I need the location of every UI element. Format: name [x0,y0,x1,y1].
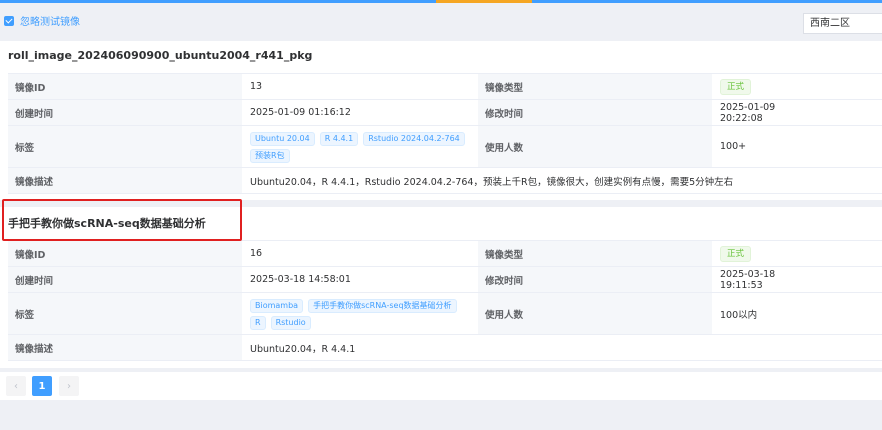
image-card-title: 手把手教你做scRNA-seq数据基础分析 [8,217,206,230]
tag: R [250,315,266,330]
image-id-label: 镜像ID [8,241,242,266]
description-value: Ubuntu20.04，R 4.4.1，Rstudio 2024.04.2-76… [250,176,734,188]
image-details-table: 镜像ID 13 镜像类型 正式 创建时间 2025-01-09 01:16:12… [8,73,882,194]
modified-time-value: 2025-01-09 20:22:08 [720,101,776,124]
image-type-cell: 正式 [712,74,815,99]
users-label: 使用人数 [478,126,712,167]
table-row: 创建时间 2025-01-09 01:16:12 修改时间 2025-01-09… [8,100,882,126]
tags-label: 标签 [8,126,242,167]
tags-label: 标签 [8,293,242,334]
modified-time-label: 修改时间 [478,267,712,292]
ignore-test-images-checkbox[interactable] [4,16,14,26]
table-row: 镜像ID 16 镜像类型 正式 [8,241,882,267]
region-select[interactable]: 西南二区 [803,13,882,34]
created-time-label: 创建时间 [8,100,242,125]
blank-cell [815,293,882,334]
tags-cell: Biomamba 手把手教你做scRNA-seq数据基础分析 R Rstudio [242,293,478,334]
created-time-value: 2025-03-18 14:58:01 [250,274,351,285]
blank-cell [815,126,882,167]
image-id-value: 13 [250,81,263,92]
image-type-badge: 正式 [720,78,752,95]
table-row: 创建时间 2025-03-18 14:58:01 修改时间 2025-03-18… [8,267,882,293]
tag: 预装R包 [250,148,290,163]
description-label: 镜像描述 [8,168,242,193]
table-row: 镜像描述 Ubuntu20.04，R 4.4.1，Rstudio 2024.04… [8,168,882,194]
table-row: 标签 Ubuntu 20.04 R 4.4.1 Rstudio 2024.04.… [8,126,882,168]
prev-page-button[interactable]: ‹ [6,376,26,396]
image-type-label: 镜像类型 [478,241,712,266]
image-type-label: 镜像类型 [478,74,712,99]
image-id-label: 镜像ID [8,74,242,99]
image-type-badge: 正式 [720,245,752,262]
page-1-button[interactable]: 1 [32,376,52,396]
image-card: 手把手教你做scRNA-seq数据基础分析 镜像ID 16 镜像类型 正式 创建… [0,207,882,368]
pagination: ‹ 1 › [0,372,882,400]
tag: Rstudio [270,315,311,330]
table-row: 标签 Biomamba 手把手教你做scRNA-seq数据基础分析 R Rstu… [8,293,882,335]
tag: Ubuntu 20.04 [250,131,315,146]
blank-cell [815,267,882,292]
blank-cell [815,74,882,99]
blank-cell [815,241,882,266]
tag: 手把手教你做scRNA-seq数据基础分析 [308,298,457,313]
tags-cell: Ubuntu 20.04 R 4.4.1 Rstudio 2024.04.2-7… [242,126,478,167]
description-value: Ubuntu20.04，R 4.4.1 [250,343,356,355]
image-id-value: 16 [250,248,263,259]
ignore-test-images-label[interactable]: 忽略测试镜像 [20,13,80,28]
tag: Rstudio 2024.04.2-764 [363,131,465,146]
modified-time-label: 修改时间 [478,100,712,125]
tag-list: Ubuntu 20.04 R 4.4.1 Rstudio 2024.04.2-7… [250,131,470,163]
tag: Biomamba [250,298,304,313]
image-details-table: 镜像ID 16 镜像类型 正式 创建时间 2025-03-18 14:58:01… [8,240,882,361]
description-label: 镜像描述 [8,335,242,360]
image-card-title: roll_image_202406090900_ubuntu2004_r441_… [8,49,313,62]
users-label: 使用人数 [478,293,712,334]
image-card: roll_image_202406090900_ubuntu2004_r441_… [0,41,882,200]
next-page-button[interactable]: › [59,376,79,396]
modified-time-value: 2025-03-18 19:11:53 [720,268,776,291]
created-time-label: 创建时间 [8,267,242,292]
users-value: 100以内 [720,309,758,321]
created-time-value: 2025-01-09 01:16:12 [250,107,351,118]
table-row: 镜像ID 13 镜像类型 正式 [8,74,882,100]
tag-list: Biomamba 手把手教你做scRNA-seq数据基础分析 R Rstudio [250,298,470,330]
image-type-cell: 正式 [712,241,815,266]
toolbar: 忽略测试镜像 西南二区 [0,3,882,37]
table-row: 镜像描述 Ubuntu20.04，R 4.4.1 [8,335,882,361]
users-value: 100+ [720,141,747,152]
blank-cell [815,100,882,125]
tag: R 4.4.1 [319,131,359,146]
